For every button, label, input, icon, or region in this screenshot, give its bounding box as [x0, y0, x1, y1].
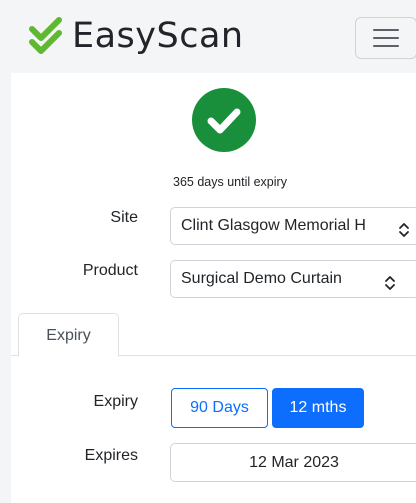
- brand[interactable]: EasyScan: [28, 14, 244, 58]
- status-check-icon: [192, 88, 256, 152]
- expiry-12-months-button[interactable]: 12 mths: [272, 388, 364, 428]
- expires-date-field[interactable]: 12 Mar 2023: [170, 443, 416, 482]
- expiry-status-text: 365 days until expiry: [173, 175, 287, 189]
- site-select-value: Clint Glasgow Memorial H: [181, 217, 366, 234]
- tab-expiry[interactable]: Expiry: [18, 313, 119, 357]
- site-label: Site: [110, 209, 138, 226]
- menu-toggle-button[interactable]: [355, 17, 416, 59]
- expires-label: Expires: [84, 447, 138, 464]
- site-select[interactable]: Clint Glasgow Memorial H: [170, 207, 416, 245]
- expiry-90-days-button[interactable]: 90 Days: [171, 388, 268, 428]
- product-select-value: Surgical Demo Curtain: [181, 270, 342, 287]
- expiry-label: Expiry: [93, 393, 138, 410]
- brand-name: EasyScan: [72, 16, 244, 56]
- chevron-updown-icon: [397, 217, 411, 237]
- chevron-updown-icon: [383, 270, 397, 290]
- navbar: EasyScan: [0, 0, 416, 73]
- double-check-icon: [28, 15, 70, 57]
- product-label: Product: [82, 262, 138, 279]
- product-select[interactable]: Surgical Demo Curtain: [170, 260, 416, 298]
